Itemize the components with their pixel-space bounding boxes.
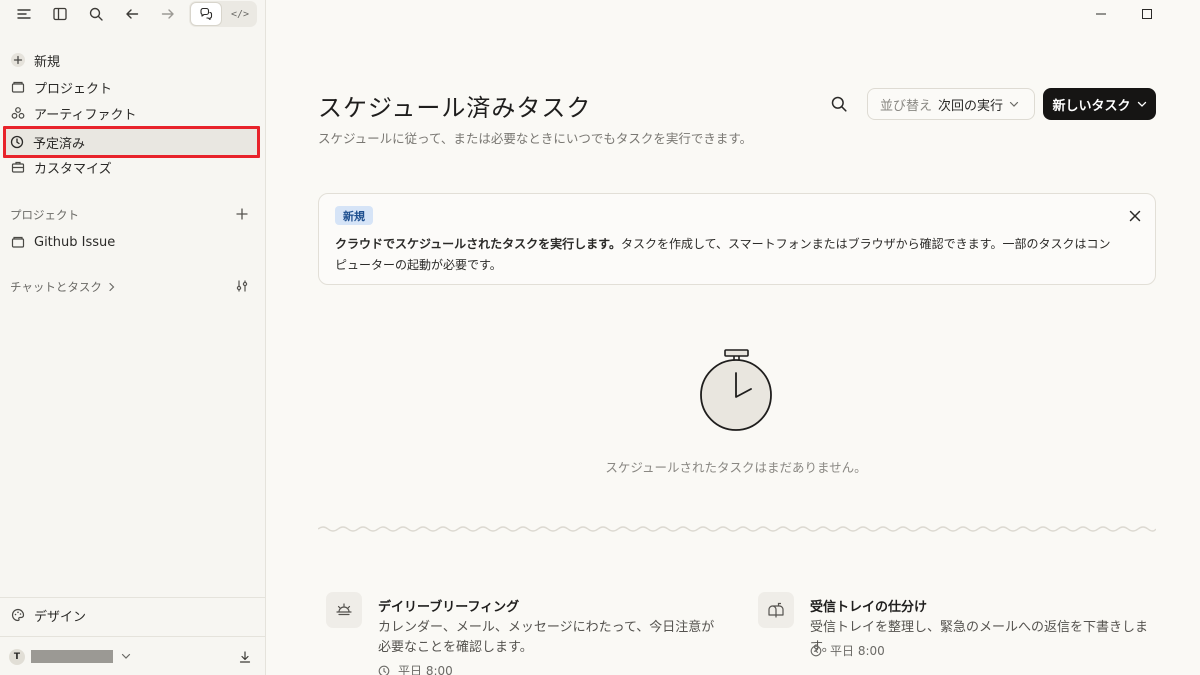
sidebar-item-label: デザイン [34,609,87,625]
sidebar-divider [0,636,265,637]
card-title: 受信トレイの仕分け [810,600,928,615]
new-task-button[interactable]: 新しいタスク [1043,88,1156,120]
chevron-down-icon [121,652,131,660]
sidebar-toggle-icon[interactable] [45,1,75,27]
page-title: スケジュール済みタスク [318,94,592,122]
chat-bubbles-icon [200,7,213,21]
chevron-right-icon [108,282,116,292]
chevron-down-icon [1009,97,1019,112]
sidebar-item-customize[interactable]: カスタマイズ [4,154,260,180]
download-icon[interactable] [238,650,252,664]
template-card-daily-briefing[interactable]: デイリーブリーフィング カレンダー、メール、メッセージにわたって、今日注意が必要… [326,592,726,675]
chat-mode-tab[interactable] [190,2,222,26]
sidebar-item-label: プロジェクト [34,81,113,97]
chats-section-label: チャットとタスク [10,280,102,294]
sidebar-item-label: Github Issue [34,234,116,250]
artifacts-icon [10,105,26,121]
page-subtitle: スケジュールに従って、または必要なときにいつでもタスクを実行できます。 [318,131,753,146]
sidebar-item-new[interactable]: 新規 [4,47,260,73]
add-project-icon[interactable] [232,204,252,224]
user-menu[interactable]: T [0,644,265,670]
mailbox-icon [758,592,794,628]
card-time-label: 平日 8:00 [830,644,885,658]
sidebar-item-label: 予定済み [33,136,86,152]
sidebar-item-projects[interactable]: プロジェクト [4,74,260,100]
search-icon[interactable] [826,91,852,117]
menu-icon[interactable] [9,1,39,27]
sidebar: </> 新規 プロジェクト アーティファクト 予定済み カスタマイズ プロジェク… [0,0,266,675]
clock-icon [378,665,390,675]
sort-value: 次回の実行 [938,98,1004,114]
wavy-divider [318,526,1156,532]
sidebar-project-github-issue[interactable]: Github Issue [4,229,260,255]
sidebar-item-artifacts[interactable]: アーティファクト [4,100,260,126]
banner-bold-text: クラウドでスケジュールされたタスクを実行します。 [335,237,621,251]
close-icon[interactable] [1125,206,1145,226]
sidebar-toolbar: </> [0,0,266,30]
sort-label: 並び替え [880,98,933,114]
sunrise-icon [326,592,362,628]
sort-dropdown[interactable]: 並び替え 次回の実行 [867,88,1035,120]
avatar: T [9,649,25,665]
empty-state-text: スケジュールされたタスクはまだありません。 [605,460,867,475]
new-task-label: 新しいタスク [1052,98,1131,114]
user-name-redacted [31,650,113,663]
back-arrow-icon[interactable] [117,1,147,27]
maximize-icon[interactable] [1124,2,1170,26]
projects-section-label: プロジェクト [10,208,79,222]
card-title: デイリーブリーフィング [378,600,520,615]
chevron-down-icon [1137,97,1147,112]
new-badge: 新規 [335,206,373,225]
template-card-inbox-triage[interactable]: 受信トレイの仕分け 受信トレイを整理し、緊急のメールへの返信を下書きします。 平… [758,592,1158,675]
plus-icon [10,52,26,68]
card-time-label: 平日 8:00 [398,664,453,675]
card-description: カレンダー、メール、メッセージにわたって、今日注意が必要なことを確認します。 [378,620,715,655]
sidebar-item-label: アーティファクト [34,107,137,123]
folder-icon [10,79,26,95]
card-schedule: 平日 8:00 [378,662,453,675]
mode-switch: </> [189,1,257,27]
code-mode-tab[interactable]: </> [224,2,256,26]
minimize-icon[interactable] [1078,2,1124,26]
filter-sliders-icon[interactable] [232,276,252,296]
sidebar-item-design[interactable]: デザイン [4,602,260,628]
chats-section-toggle[interactable]: チャットとタスク [10,279,116,295]
banner-text: クラウドでスケジュールされたタスクを実行します。タスクを作成して、スマートフォン… [335,234,1115,276]
card-schedule: 平日 8:00 [810,642,885,659]
forward-arrow-icon[interactable] [153,1,183,27]
stopwatch-icon [697,347,775,431]
search-icon[interactable] [81,1,111,27]
clock-icon [810,645,822,657]
sidebar-divider [0,597,265,598]
briefcase-icon [10,159,26,175]
clock-icon [9,134,25,150]
palette-icon [10,607,26,623]
sidebar-item-label: カスタマイズ [34,161,112,177]
folder-icon [10,234,26,250]
sidebar-item-label: 新規 [34,54,61,70]
info-banner: 新規 クラウドでスケジュールされたタスクを実行します。タスクを作成して、スマート… [318,193,1156,285]
